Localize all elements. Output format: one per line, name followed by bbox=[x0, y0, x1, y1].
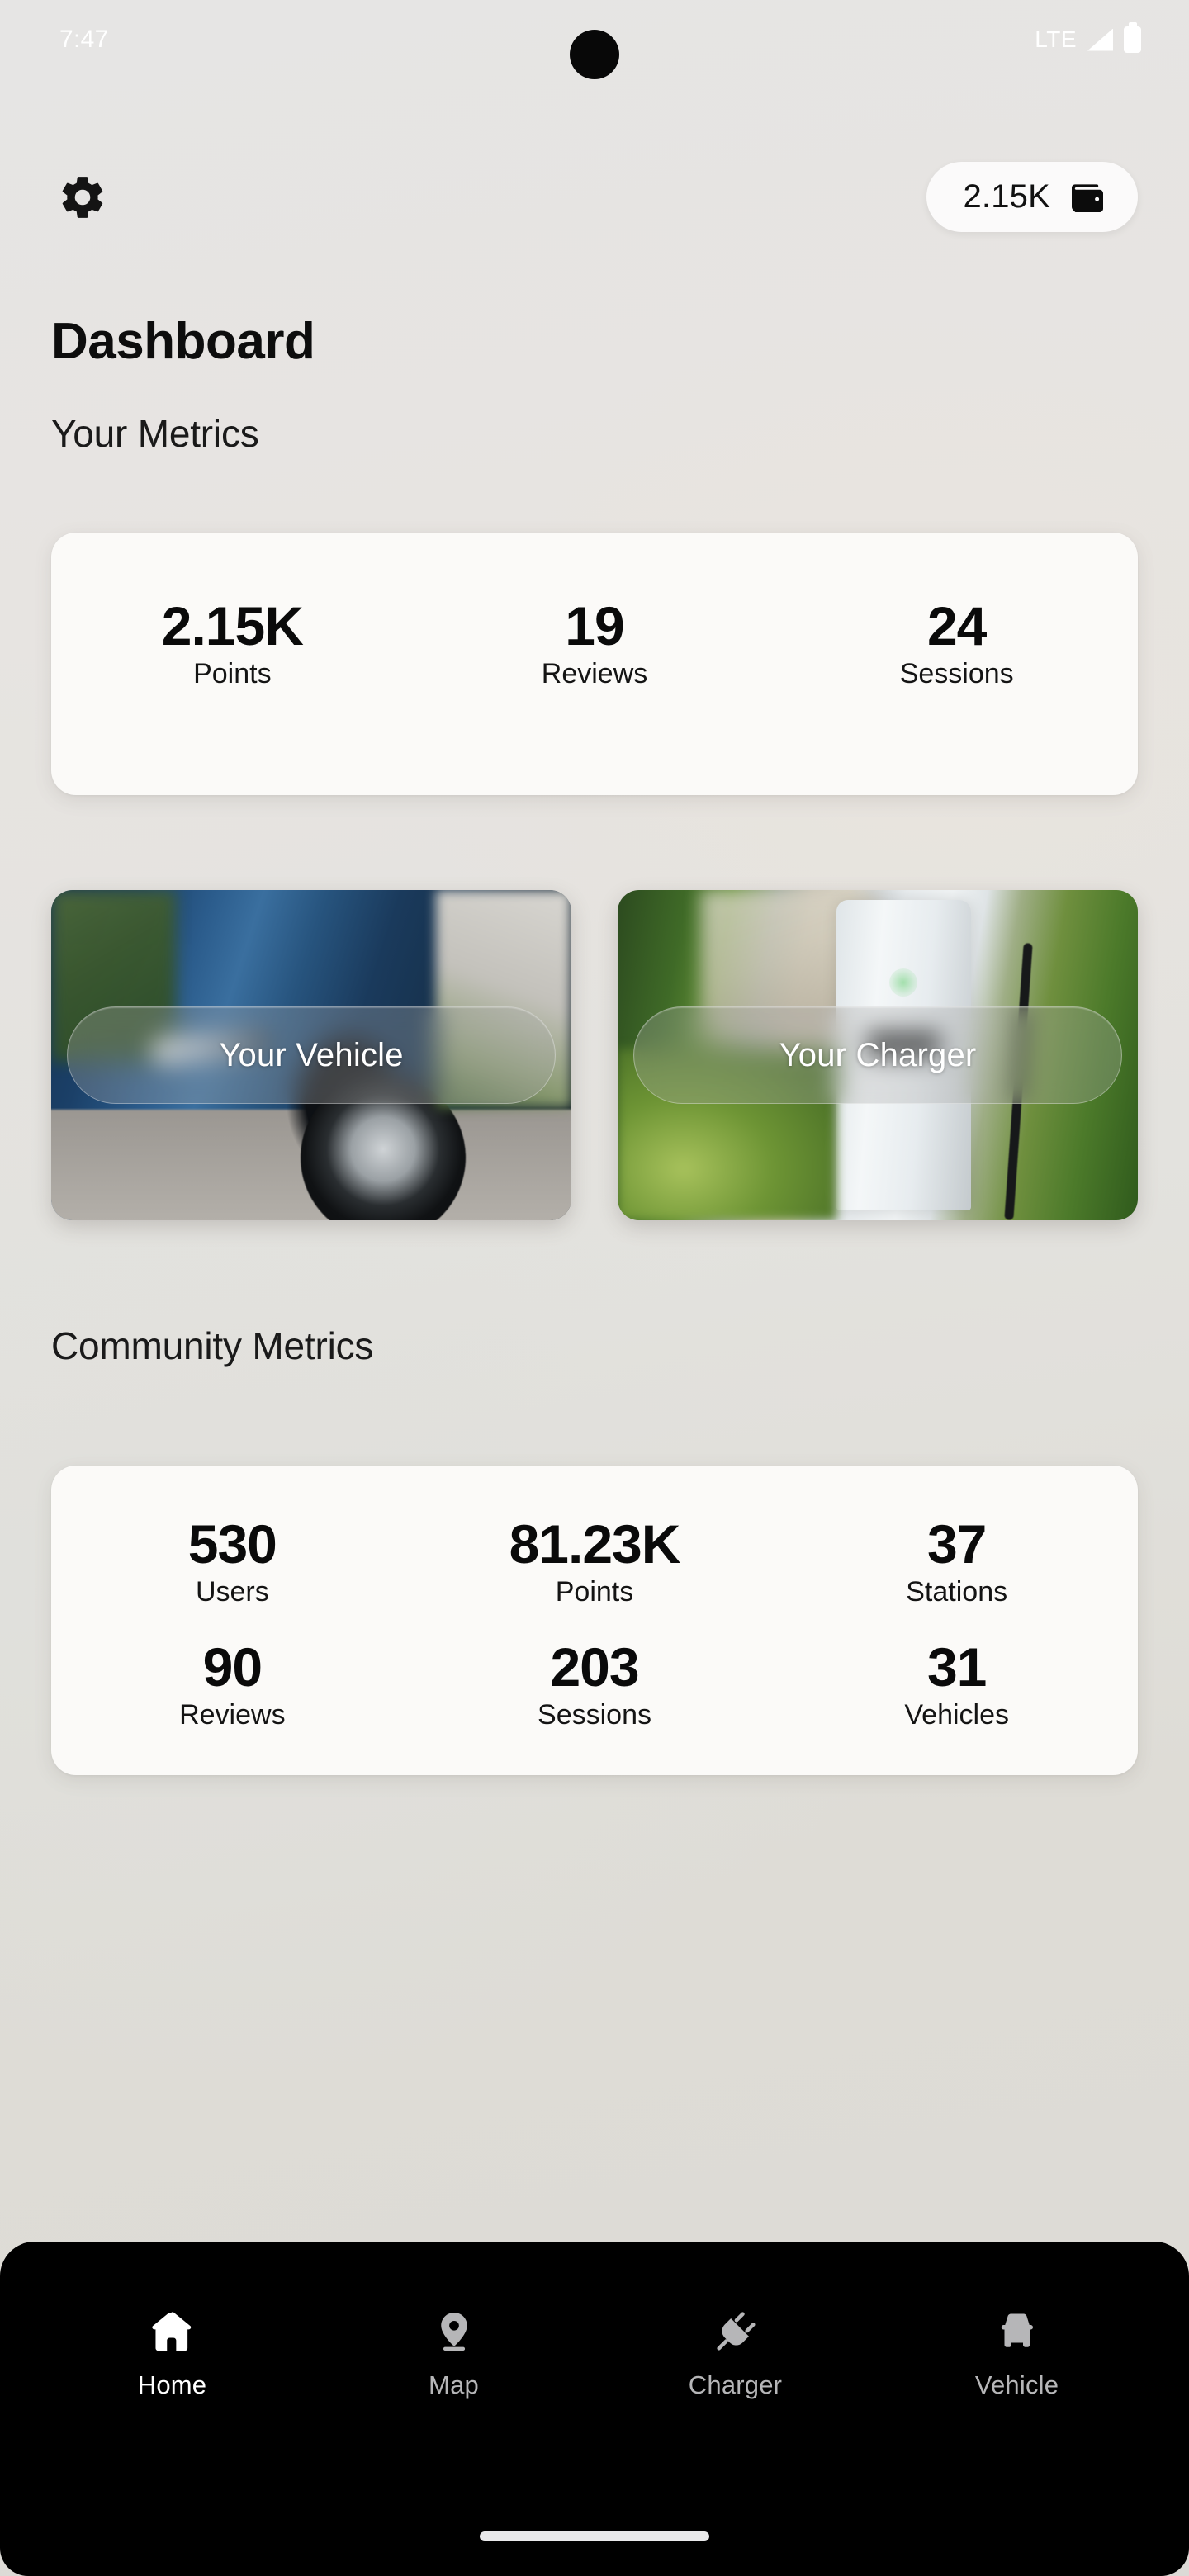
metric-points: 81.23K Points bbox=[414, 1517, 776, 1608]
bottom-navigation-bar: Home Map Charger Vehicle bbox=[0, 2242, 1189, 2576]
settings-button[interactable] bbox=[54, 169, 111, 225]
metric-value: 90 bbox=[202, 1636, 263, 1698]
quick-access-tiles: Your Vehicle Your Charger bbox=[51, 890, 1138, 1220]
metric-value: 37 bbox=[926, 1513, 987, 1574]
charger-led-indicator bbox=[889, 968, 918, 997]
community-metrics-section-title: Community Metrics bbox=[51, 1324, 374, 1367]
your-metrics-section-title: Your Metrics bbox=[51, 412, 259, 455]
community-metrics-row-2: 90 Reviews 203 Sessions 31 Vehicles bbox=[51, 1608, 1138, 1731]
nav-label: Home bbox=[137, 2370, 207, 2399]
metric-users: 530 Users bbox=[51, 1517, 414, 1608]
your-vehicle-tile[interactable]: Your Vehicle bbox=[51, 890, 571, 1220]
tile-label: Your Charger bbox=[779, 1036, 977, 1073]
app-bar: 2.15K bbox=[0, 162, 1189, 232]
metric-label: Points bbox=[555, 1576, 634, 1608]
metric-value: 81.23K bbox=[509, 1513, 681, 1574]
metric-sessions: 203 Sessions bbox=[414, 1640, 776, 1731]
status-bar-indicators: LTE bbox=[1035, 26, 1141, 53]
your-charger-tile[interactable]: Your Charger bbox=[618, 890, 1138, 1220]
metric-vehicles: 31 Vehicles bbox=[775, 1640, 1138, 1731]
gear-icon bbox=[57, 172, 108, 223]
metric-value: 31 bbox=[926, 1636, 987, 1698]
your-metrics-row: 2.15K Points 19 Reviews 24 Sessions bbox=[51, 533, 1138, 690]
community-metrics-card: 530 Users 81.23K Points 37 Stations 90 R… bbox=[51, 1466, 1138, 1775]
nav-label: Vehicle bbox=[974, 2370, 1059, 2399]
nav-tab-vehicle[interactable]: Vehicle bbox=[955, 2306, 1079, 2400]
wallet-icon bbox=[1067, 179, 1106, 215]
metric-label: Reviews bbox=[541, 658, 648, 689]
nav-label: Charger bbox=[688, 2370, 783, 2399]
wallet-balance-value: 2.15K bbox=[963, 178, 1050, 215]
community-metrics-row-1: 530 Users 81.23K Points 37 Stations bbox=[51, 1466, 1138, 1608]
metric-label: Users bbox=[195, 1576, 269, 1608]
power-plug-icon bbox=[712, 2306, 760, 2357]
battery-full-icon bbox=[1124, 26, 1141, 53]
car-icon bbox=[992, 2306, 1042, 2357]
metric-stations: 37 Stations bbox=[775, 1517, 1138, 1608]
metric-label: Reviews bbox=[179, 1699, 286, 1731]
page-title: Dashboard bbox=[51, 313, 315, 370]
your-charger-label-pill: Your Charger bbox=[632, 1006, 1123, 1104]
metric-value: 203 bbox=[550, 1636, 639, 1698]
metric-label: Stations bbox=[906, 1576, 1008, 1608]
metric-value: 2.15K bbox=[161, 595, 304, 656]
metric-value: 19 bbox=[565, 595, 624, 656]
metric-label: Sessions bbox=[538, 1699, 651, 1731]
nav-label: Map bbox=[429, 2370, 479, 2399]
screen-corner-mask bbox=[0, 0, 1189, 2576]
metric-reviews: 90 Reviews bbox=[51, 1640, 414, 1731]
signal-bars-icon bbox=[1087, 28, 1113, 51]
network-type-label: LTE bbox=[1035, 26, 1077, 52]
metric-value: 530 bbox=[187, 1513, 277, 1574]
your-vehicle-label-pill: Your Vehicle bbox=[66, 1006, 557, 1104]
wallet-balance-button[interactable]: 2.15K bbox=[926, 162, 1138, 232]
nav-tab-map[interactable]: Map bbox=[392, 2306, 516, 2400]
home-indicator[interactable] bbox=[480, 2531, 709, 2541]
metric-reviews: 19 Reviews bbox=[414, 599, 776, 690]
metric-label: Points bbox=[193, 658, 272, 689]
your-metrics-card: 2.15K Points 19 Reviews 24 Sessions bbox=[51, 533, 1138, 795]
metric-value: 24 bbox=[926, 595, 987, 656]
status-bar-time: 7:47 bbox=[59, 26, 109, 53]
map-pin-icon bbox=[432, 2306, 476, 2357]
camera-cutout bbox=[570, 30, 619, 79]
metric-sessions: 24 Sessions bbox=[775, 599, 1138, 690]
home-icon bbox=[149, 2306, 197, 2357]
metric-label: Sessions bbox=[899, 658, 1014, 689]
bottom-nav-items: Home Map Charger Vehicle bbox=[0, 2242, 1189, 2400]
nav-tab-home[interactable]: Home bbox=[111, 2306, 234, 2400]
tile-label: Your Vehicle bbox=[219, 1036, 404, 1073]
metric-points: 2.15K Points bbox=[51, 599, 414, 690]
metric-label: Vehicles bbox=[904, 1699, 1009, 1731]
nav-tab-charger[interactable]: Charger bbox=[674, 2306, 798, 2400]
